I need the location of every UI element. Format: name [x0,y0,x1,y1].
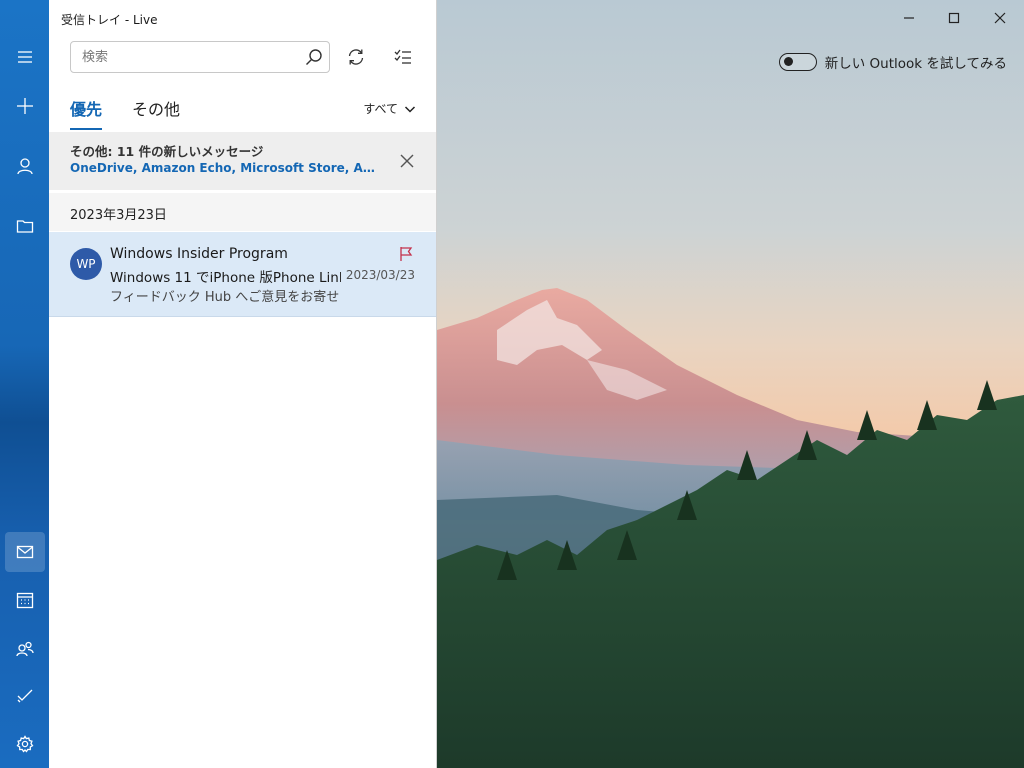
search-box[interactable] [70,41,330,73]
mail-sender: Windows Insider Program [110,246,288,262]
sync-button[interactable] [343,44,369,70]
toggle-knob [783,57,793,66]
tab-other[interactable]: その他 [132,96,180,128]
mail-list-item[interactable]: WP Windows Insider Program Windows 11 でi… [49,232,436,317]
minimize-icon [904,17,914,19]
flag-icon[interactable] [398,246,414,262]
filter-label: すべて [363,102,398,116]
calendar-icon [16,592,34,609]
close-icon [994,12,1006,24]
accounts-button[interactable] [5,146,45,186]
selection-mode-button[interactable] [390,44,416,70]
todo-check-icon [17,689,33,703]
notice-title: その他: 11 件の新しいメッセージ [70,144,264,159]
people-button[interactable] [5,629,45,669]
settings-gear-icon [16,735,34,753]
search-icon[interactable] [299,48,329,66]
navigation-rail [0,0,49,768]
calendar-button[interactable] [5,580,45,620]
tab-focused[interactable]: 優先 [70,96,103,130]
hamburger-menu-button[interactable] [5,37,45,77]
notice-senders: OneDrive, Amazon Echo, Microsoft Store, … [70,161,380,175]
selection-mode-icon [394,49,411,64]
minimize-button[interactable] [894,6,924,30]
mail-date: 2023/03/23 [345,268,415,282]
maximize-button[interactable] [939,6,969,30]
date-group-label: 2023年3月23日 [70,208,167,223]
people-icon [16,641,34,657]
other-inbox-notice[interactable]: その他: 11 件の新しいメッセージ OneDrive, Amazon Echo… [49,132,436,190]
mail-preview: フィードバック Hub へご意見をお寄せください [110,290,341,305]
mail-list-pane: 受信トレイ - Live 優先 その他 すべて その他: 11 件の新しいメッセ… [49,0,437,768]
sync-icon [348,49,364,65]
mail-icon [16,545,34,559]
search-input[interactable] [71,48,299,66]
window-title: 受信トレイ - Live [61,13,158,27]
folders-button[interactable] [5,206,45,246]
background-landscape-image [437,0,1024,768]
mail-subject: Windows 11 でiPhone 版Phone Link [110,270,341,286]
plus-icon [17,98,33,114]
hamburger-menu-icon [18,51,32,63]
settings-button[interactable] [5,724,45,764]
folder-icon [16,220,34,233]
mail-button[interactable] [5,532,45,572]
date-group-header: 2023年3月23日 [49,193,436,231]
chevron-down-icon [404,105,416,113]
todo-button[interactable] [5,675,45,715]
toggle-switch[interactable] [778,53,817,71]
try-new-outlook-toggle[interactable]: 新しい Outlook を試してみる [778,52,1007,72]
person-icon [17,158,33,175]
close-window-button[interactable] [985,6,1015,30]
try-new-outlook-label: 新しい Outlook を試してみる [824,56,1007,72]
notice-close-button[interactable] [398,152,416,170]
maximize-icon [948,12,960,24]
new-mail-button[interactable] [5,86,45,126]
filter-dropdown[interactable]: すべて [363,100,416,117]
close-icon [400,154,414,168]
avatar: WP [70,248,102,280]
